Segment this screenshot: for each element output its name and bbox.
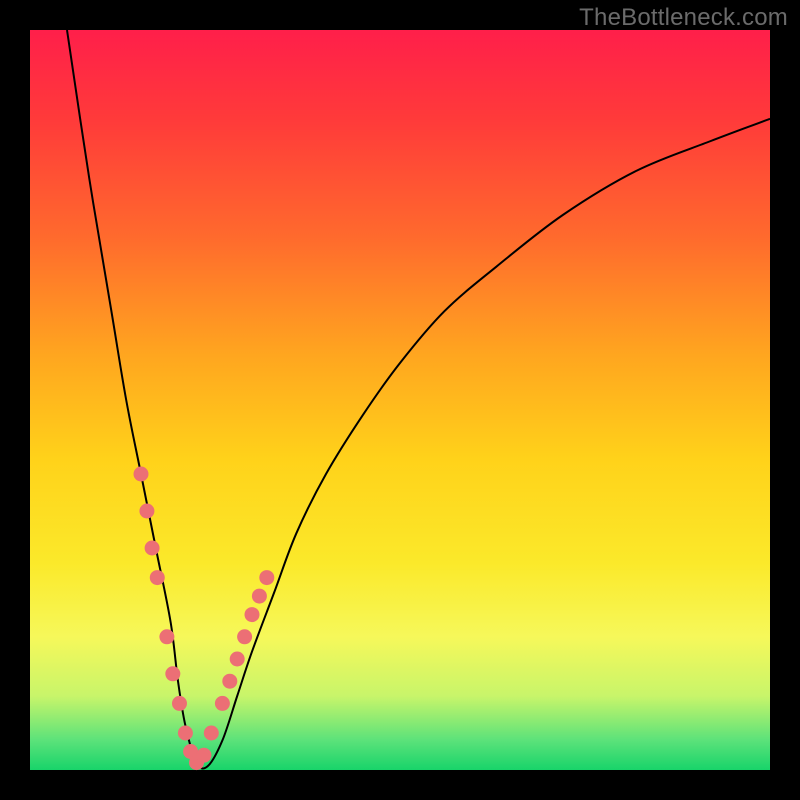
sample-dot <box>259 570 274 585</box>
sample-dot <box>159 629 174 644</box>
sample-dot <box>237 629 252 644</box>
sample-dot <box>222 674 237 689</box>
sample-dots-group <box>134 467 275 771</box>
chart-frame: TheBottleneck.com <box>0 0 800 800</box>
sample-dot <box>196 748 211 763</box>
sample-dot <box>134 467 149 482</box>
watermark-text: TheBottleneck.com <box>579 4 788 32</box>
sample-dot <box>252 589 267 604</box>
sample-dot <box>245 607 260 622</box>
sample-dot <box>172 696 187 711</box>
sample-dot <box>178 726 193 741</box>
sample-dot <box>165 666 180 681</box>
sample-dot <box>204 726 219 741</box>
sample-dot <box>139 504 154 519</box>
sample-dot <box>215 696 230 711</box>
sample-dot <box>150 570 165 585</box>
sample-dot <box>145 541 160 556</box>
sample-dot <box>230 652 245 667</box>
curve-layer <box>30 30 770 770</box>
bottleneck-curve <box>67 30 770 769</box>
plot-area <box>30 30 770 770</box>
